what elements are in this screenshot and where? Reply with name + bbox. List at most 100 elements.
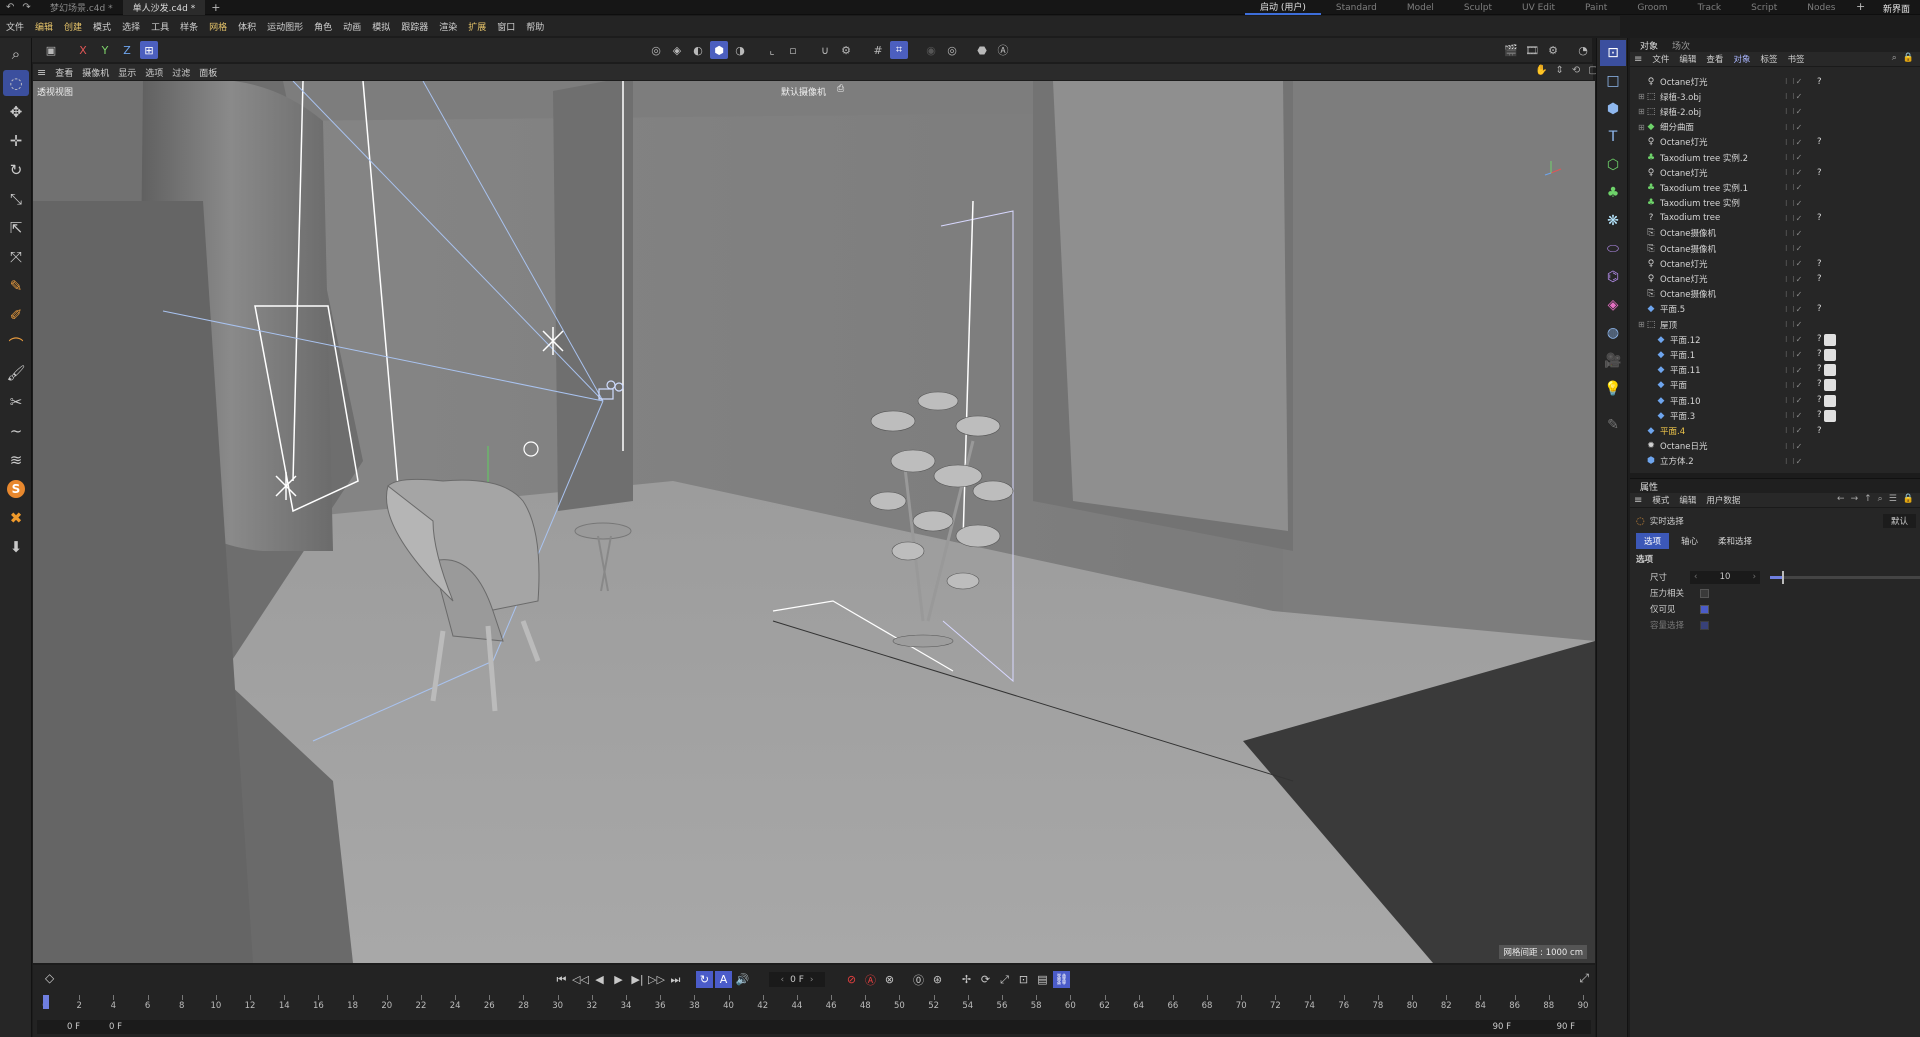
grid-snap-icon[interactable]: ⌗ xyxy=(890,41,908,59)
object-row[interactable]: ◆ 平面.5 ⁝ ⁝✓? xyxy=(1630,302,1920,317)
add-tab-button[interactable]: + xyxy=(211,1,220,14)
expand-toggle-icon[interactable]: ⊞ xyxy=(1638,107,1646,116)
object-name[interactable]: 平面 xyxy=(1670,379,1687,391)
visibility-flags-icon[interactable]: ⁝ ⁝✓ xyxy=(1785,138,1803,147)
s-plugin-icon[interactable]: S xyxy=(3,476,29,502)
visibility-flags-icon[interactable]: ⁝ ⁝✓ xyxy=(1785,92,1803,101)
octane-tag-icon[interactable]: ? xyxy=(1817,349,1822,361)
visibility-flags-icon[interactable]: ⁝ ⁝✓ xyxy=(1785,411,1803,420)
frame-range-bar[interactable]: 0 F 0 F 90 F 90 F xyxy=(37,1020,1591,1034)
object-row[interactable]: ♣ Taxodium tree 实例.1 ⁝ ⁝✓ xyxy=(1630,180,1920,195)
octane-tag-icon[interactable]: ? xyxy=(1817,213,1822,223)
model-mode-icon[interactable]: ▣ xyxy=(42,41,60,59)
knife-icon[interactable]: ✂ xyxy=(3,389,29,415)
menu-item[interactable]: 扩展 xyxy=(468,20,486,33)
object-row[interactable]: ◆ 平面.1 ⁝ ⁝✓? xyxy=(1630,347,1920,362)
object-name[interactable]: 平面.11 xyxy=(1670,364,1701,376)
visibility-flags-icon[interactable]: ⁝ ⁝✓ xyxy=(1785,335,1803,344)
render-region-icon[interactable]: ◎ xyxy=(943,41,961,59)
attribute-subtab[interactable]: 柔和选择 xyxy=(1710,533,1760,549)
scale-icon[interactable]: ⤡ xyxy=(3,186,29,212)
x-particles-icon[interactable]: ✖ xyxy=(3,505,29,531)
object-row[interactable]: ◆ 平面.4 ⁝ ⁝✓? xyxy=(1630,423,1920,438)
live-select-icon[interactable]: ◌ xyxy=(3,70,29,96)
object-name[interactable]: 绿植-3.obj xyxy=(1660,91,1701,103)
object-name[interactable]: 平面.4 xyxy=(1660,425,1685,437)
octane-tag-icon[interactable]: ? xyxy=(1817,259,1822,269)
pan-icon[interactable]: ✋ xyxy=(1535,65,1547,76)
search-icon[interactable]: ⌕ xyxy=(1892,53,1897,63)
generator-icon[interactable]: ⬡ xyxy=(1600,152,1626,178)
range-start-field-2[interactable]: 0 F xyxy=(109,1022,122,1032)
object-row[interactable]: ♀ Octane灯光 ⁝ ⁝✓? xyxy=(1630,271,1920,286)
object-name[interactable]: 平面.5 xyxy=(1660,303,1685,315)
edit-pen-icon[interactable]: ✎ xyxy=(1600,412,1626,438)
filter-icon[interactable]: ☰ xyxy=(1889,494,1897,504)
object-menu-item[interactable]: 书签 xyxy=(1787,53,1804,65)
menu-item[interactable]: 帮助 xyxy=(526,20,544,33)
keyframe-icon[interactable]: ◇ xyxy=(45,971,54,985)
workplane-icon[interactable]: ◉ xyxy=(922,41,940,59)
file-tab[interactable]: 单人沙发.c4d * xyxy=(122,0,206,15)
object-name[interactable]: 绿植-2.obj xyxy=(1660,106,1701,118)
size-field[interactable]: ‹ 10 › xyxy=(1690,570,1760,584)
motion-clip-icon[interactable]: ⊛ xyxy=(929,971,946,988)
object-row[interactable]: ◆ 平面 ⁝ ⁝✓? xyxy=(1630,378,1920,393)
layout-tab[interactable]: Paint xyxy=(1570,0,1622,15)
object-name[interactable]: Taxodium tree 实例 xyxy=(1660,197,1740,209)
menu-item[interactable]: 角色 xyxy=(314,20,332,33)
object-name[interactable]: 平面.1 xyxy=(1670,349,1695,361)
menu-item[interactable]: 工具 xyxy=(151,20,169,33)
search-icon[interactable]: ⌕ xyxy=(3,41,29,67)
object-name[interactable]: Octane灯光 xyxy=(1660,136,1708,148)
visibility-flags-icon[interactable]: ⁝ ⁝✓ xyxy=(1785,350,1803,359)
object-row[interactable]: ◆ 平面.10 ⁝ ⁝✓? xyxy=(1630,393,1920,408)
menu-item[interactable]: 动画 xyxy=(343,20,361,33)
object-name[interactable]: 平面.12 xyxy=(1670,334,1701,346)
object-menu-item[interactable]: 对象 xyxy=(1733,53,1750,65)
viewport-menu-icon[interactable]: ≡ xyxy=(37,66,46,79)
object-name[interactable]: Octane日光 xyxy=(1660,440,1708,452)
menu-item[interactable]: 运动图形 xyxy=(267,20,303,33)
camera-lock-icon[interactable]: ⎙ xyxy=(837,84,844,94)
visibility-flags-icon[interactable]: ⁝ ⁝✓ xyxy=(1785,381,1803,390)
object-name[interactable]: Octane摄像机 xyxy=(1660,227,1716,239)
octane-tag-icon[interactable]: ? xyxy=(1817,364,1822,376)
object-name[interactable]: Octane灯光 xyxy=(1660,258,1708,270)
prev-key-icon[interactable]: ◁◁ xyxy=(572,971,589,988)
range-end-field[interactable]: 90 F xyxy=(1493,1022,1511,1032)
next-key-icon[interactable]: ▷▷ xyxy=(648,971,665,988)
visibility-flags-icon[interactable]: ⁝ ⁝✓ xyxy=(1785,153,1803,162)
octane-icon[interactable]: ⬣ xyxy=(973,41,991,59)
viewport-menu-item[interactable]: 显示 xyxy=(118,66,136,79)
octane-tag-icon[interactable]: ? xyxy=(1817,334,1822,346)
layout-tab[interactable]: 启动 (用户) xyxy=(1245,0,1321,15)
object-row[interactable]: ⎘ Octane摄像机 ⁝ ⁝✓ xyxy=(1630,226,1920,241)
object-tab[interactable]: 场次 xyxy=(1672,39,1690,52)
octane-tag-icon[interactable]: ? xyxy=(1817,77,1822,87)
snap-scale-icon[interactable]: ⤧ xyxy=(3,244,29,270)
spline-pen-icon[interactable]: ✎ xyxy=(3,273,29,299)
object-row[interactable]: ◆ 平面.11 ⁝ ⁝✓? xyxy=(1630,363,1920,378)
forward-arrow-icon[interactable]: → xyxy=(1851,494,1859,504)
object-name[interactable]: 平面.10 xyxy=(1670,395,1701,407)
loop-icon[interactable]: ↻ xyxy=(696,971,713,988)
octane-tag-icon[interactable]: ? xyxy=(1817,304,1822,314)
octane-tag-icon[interactable]: ? xyxy=(1817,395,1822,407)
object-row[interactable]: ⊞ ⬚ 屋顶 ⁝ ⁝✓ xyxy=(1630,317,1920,332)
next-frame-icon[interactable]: ▶| xyxy=(629,971,646,988)
transform-icon[interactable]: ⇱ xyxy=(3,215,29,241)
frame-ruler[interactable]: 0246810121416182022242628303234363840424… xyxy=(41,995,1591,1015)
object-row[interactable]: ✹ Octane日光 ⁝ ⁝✓ xyxy=(1630,439,1920,454)
volume-icon[interactable]: ◈ xyxy=(1600,292,1626,318)
key-param-icon[interactable]: ⊡ xyxy=(1015,971,1032,988)
deformer-icon[interactable]: ⬭ xyxy=(1600,236,1626,262)
visibility-flags-icon[interactable]: ⁝ ⁝✓ xyxy=(1785,320,1803,329)
pressure-checkbox[interactable] xyxy=(1700,588,1709,598)
object-menu-icon[interactable]: ≡ xyxy=(1634,54,1642,65)
object-mode-icon[interactable]: ⬢ xyxy=(710,41,728,59)
up-arrow-icon[interactable]: ↑ xyxy=(1864,494,1872,504)
menu-item[interactable]: 模拟 xyxy=(372,20,390,33)
layout-tab[interactable]: Nodes xyxy=(1792,0,1850,15)
menu-item[interactable]: 创建 xyxy=(64,20,82,33)
